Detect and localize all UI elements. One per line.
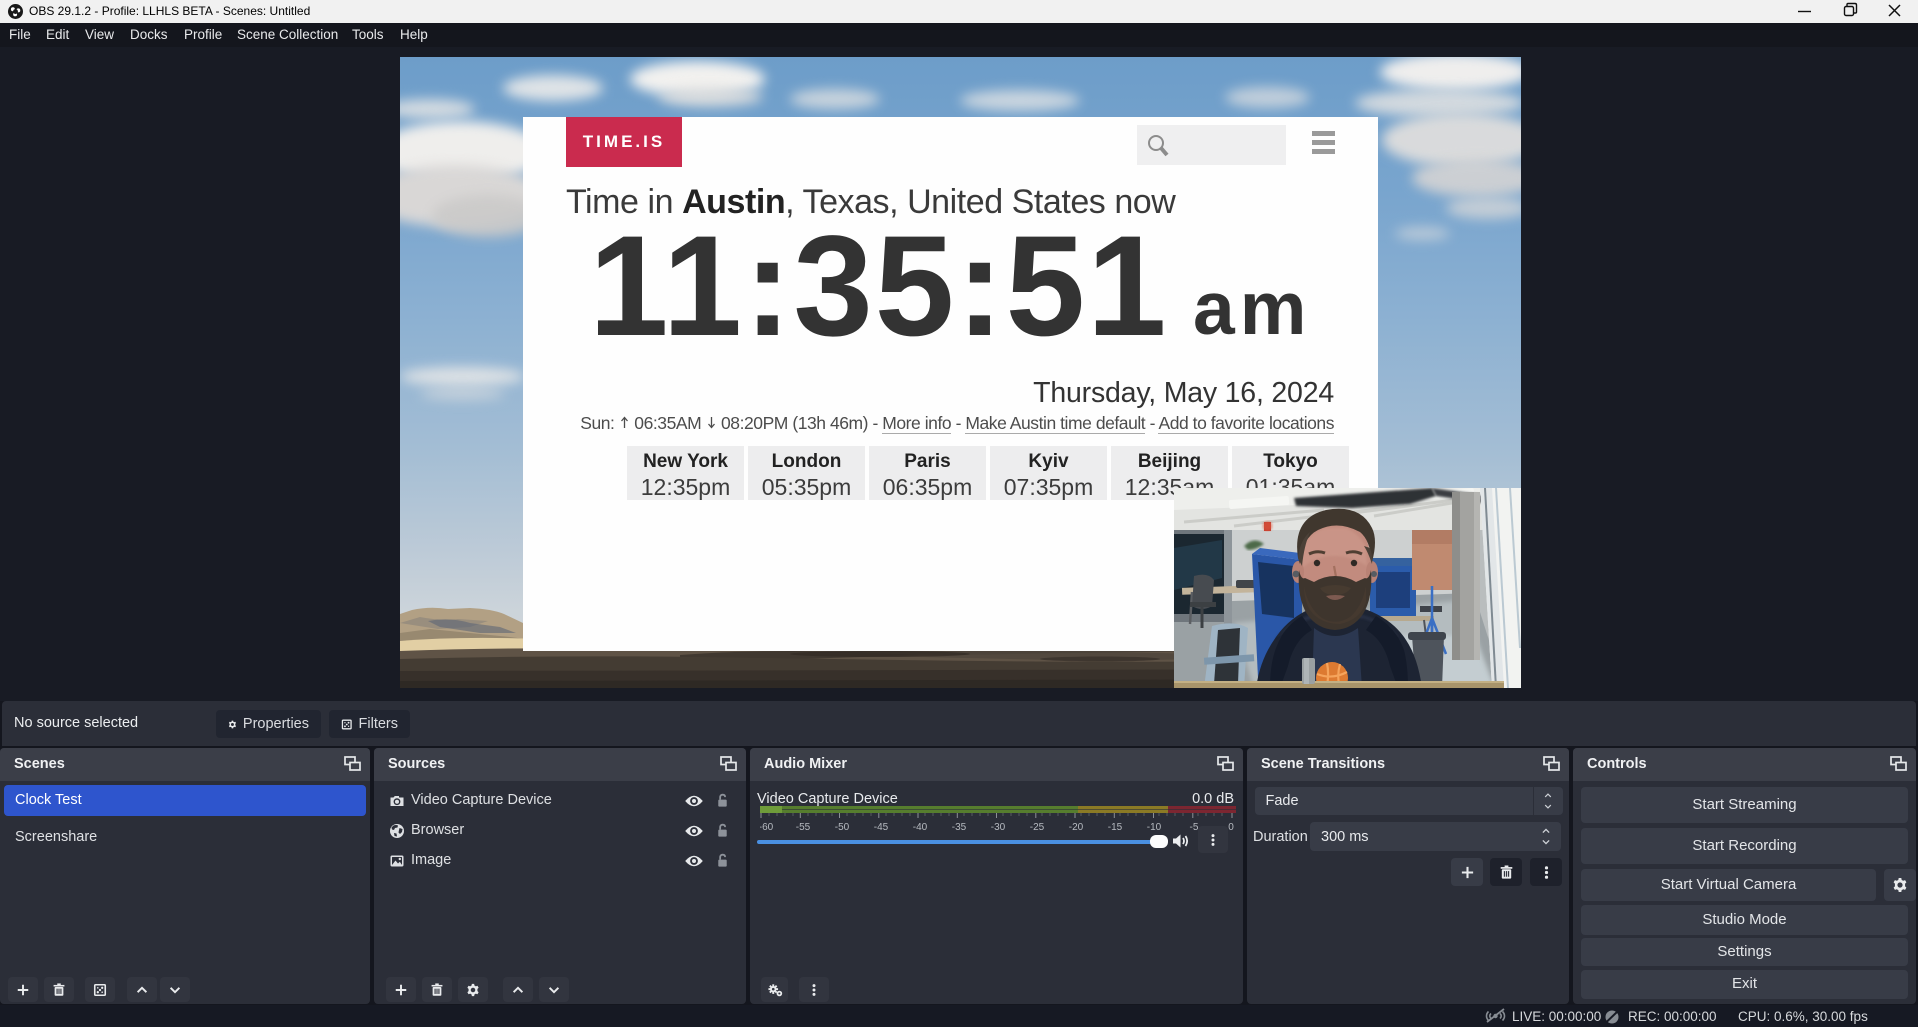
svg-text:-30: -30 bbox=[991, 822, 1006, 833]
svg-text:-60: -60 bbox=[760, 822, 774, 833]
svg-text:-10: -10 bbox=[1147, 822, 1162, 833]
svg-text:-45: -45 bbox=[874, 822, 889, 833]
svg-text:-20: -20 bbox=[1069, 822, 1084, 833]
svg-text:-40: -40 bbox=[913, 822, 928, 833]
svg-text:-25: -25 bbox=[1030, 822, 1045, 833]
svg-text:-55: -55 bbox=[796, 822, 811, 833]
svg-text:-35: -35 bbox=[952, 822, 967, 833]
svg-text:-50: -50 bbox=[835, 822, 850, 833]
svg-text:-15: -15 bbox=[1108, 822, 1123, 833]
svg-text:0: 0 bbox=[1228, 822, 1234, 833]
